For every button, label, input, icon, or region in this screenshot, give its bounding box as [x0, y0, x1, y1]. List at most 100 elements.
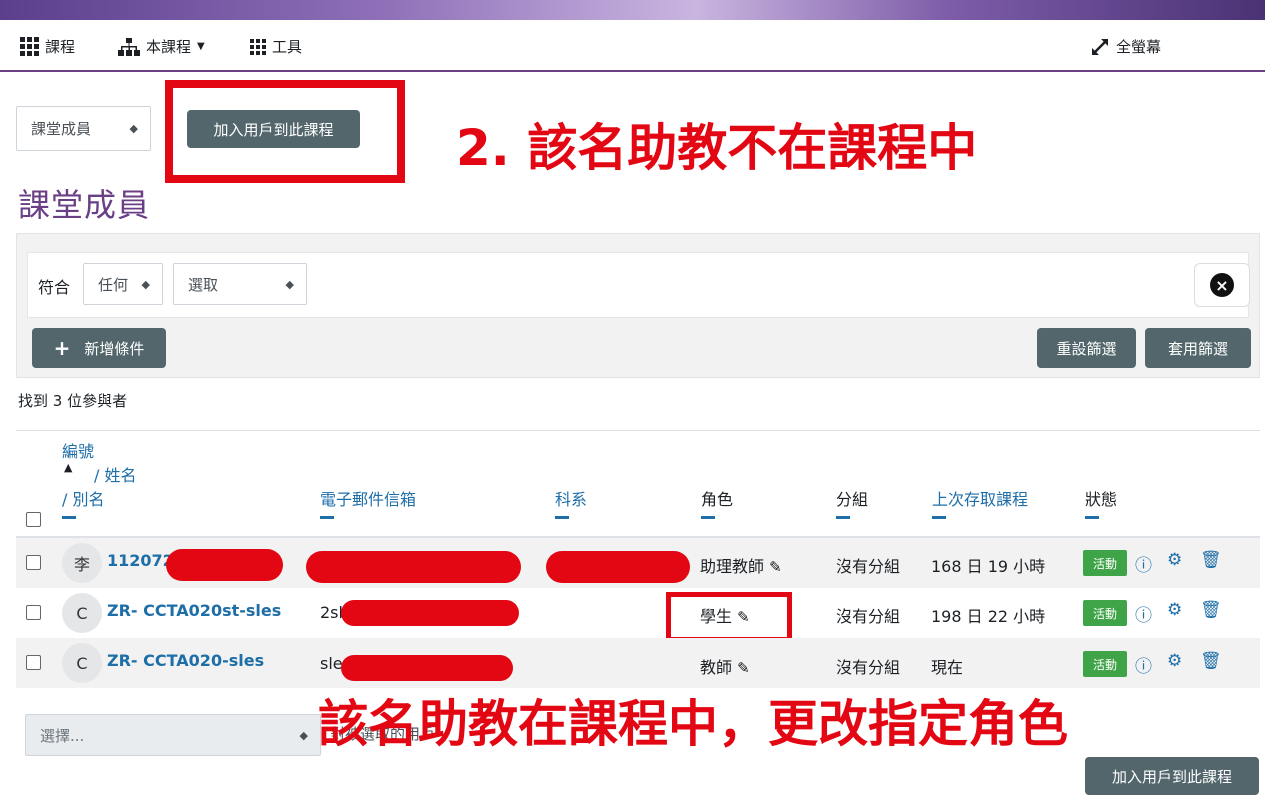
col-header-last-access[interactable]: 上次存取課程	[932, 486, 1028, 510]
page-select-value: 課堂成員	[31, 120, 92, 138]
user-name-link[interactable]: ZR- CCTA020st-sles	[107, 601, 281, 620]
col-header-name[interactable]: / 姓名	[94, 462, 136, 486]
select-caret-icon: ◆	[141, 277, 150, 291]
table-row: 李 112072 助理教師 ✎ 沒有分組 168 日 19 小時 活動 ⓘ ⚙ …	[16, 538, 1260, 588]
annotation-text-bottom: 該名助教在課程中，更改指定角色	[318, 695, 1068, 753]
group-cell: 沒有分組	[836, 658, 901, 677]
annotation-text-top: 2. 該名助教不在課程中	[456, 119, 978, 177]
bulk-action-placeholder: 選擇...	[40, 726, 85, 745]
trash-icon[interactable]: 🗑	[1200, 600, 1222, 620]
close-circle-icon: ×	[1210, 273, 1234, 297]
remove-filter-button[interactable]: ×	[1194, 263, 1250, 307]
col-collapse-icon[interactable]	[62, 516, 76, 519]
fullscreen-toggle[interactable]: 全螢幕	[1090, 36, 1161, 57]
group-cell: 沒有分組	[836, 607, 901, 626]
status-badge: 活動	[1083, 651, 1127, 677]
gear-icon[interactable]: ⚙	[1167, 600, 1182, 620]
filter-type-select[interactable]: 選取 ◆	[173, 263, 307, 305]
add-condition-button[interactable]: + 新增條件	[32, 328, 166, 368]
table-row: C ZR- CCTA020-sles sle 教師 ✎ 沒有分組 現在 活動 ⓘ…	[16, 638, 1260, 688]
role-cell: 助理教師 ✎	[700, 553, 782, 577]
select-caret-icon: ◆	[299, 728, 308, 742]
col-header-email[interactable]: 電子郵件信箱	[320, 486, 416, 510]
trash-icon[interactable]: 🗑	[1200, 550, 1222, 570]
nav-tools[interactable]: 工具	[250, 36, 302, 57]
filter-row: 符合 任何 ◆ 選取 ◆ ×	[27, 252, 1250, 318]
filter-panel: 符合 任何 ◆ 選取 ◆ × + 新增條件 重設篩選 套用篩選	[16, 233, 1260, 378]
annotation-box-enrol	[165, 80, 405, 183]
col-collapse-icon[interactable]	[701, 516, 715, 519]
last-access-cell: 168 日 19 小時	[931, 557, 1046, 576]
grid-icon	[20, 37, 39, 56]
pencil-icon[interactable]: ✎	[737, 608, 750, 626]
col-collapse-icon[interactable]	[555, 516, 569, 519]
select-all-checkbox[interactable]	[26, 512, 41, 527]
redaction-mark	[546, 551, 690, 583]
page-select[interactable]: 課堂成員 ◆	[16, 106, 151, 151]
header-banner	[0, 0, 1265, 20]
col-header-id-number[interactable]: 編號	[62, 438, 94, 462]
match-label: 符合	[38, 278, 71, 297]
gear-icon[interactable]: ⚙	[1167, 550, 1182, 570]
expand-icon	[1090, 37, 1110, 57]
email-cell: sle	[320, 654, 343, 673]
redaction-mark	[341, 600, 519, 626]
last-access-cell: 198 日 22 小時	[931, 607, 1046, 626]
fullscreen-label: 全螢幕	[1116, 38, 1162, 56]
col-header-department[interactable]: 科系	[555, 486, 587, 510]
info-icon[interactable]: ⓘ	[1135, 601, 1152, 626]
user-name-link[interactable]: ZR- CCTA020-sles	[107, 651, 264, 670]
nav-this-course-label: 本課程	[146, 38, 192, 56]
role-label: 教師	[700, 658, 733, 677]
plus-icon: +	[53, 336, 71, 360]
row-checkbox[interactable]	[26, 655, 41, 670]
avatar: C	[62, 643, 102, 683]
user-name-link[interactable]: 112072	[107, 551, 174, 570]
bulk-action-select[interactable]: 選擇... ◆	[25, 714, 321, 756]
last-access-cell: 現在	[931, 658, 964, 677]
trash-icon[interactable]: 🗑	[1200, 651, 1222, 671]
group-cell: 沒有分組	[836, 557, 901, 576]
info-icon[interactable]: ⓘ	[1135, 652, 1152, 677]
pencil-icon[interactable]: ✎	[737, 659, 750, 677]
col-collapse-icon[interactable]	[1085, 516, 1099, 519]
role-cell: 學生 ✎	[700, 603, 750, 627]
gear-icon[interactable]: ⚙	[1167, 651, 1182, 671]
filter-type-select-value: 選取	[188, 275, 219, 294]
match-select-value: 任何	[98, 275, 129, 294]
enrol-users-button-footer-label: 加入用戶到此課程	[1111, 767, 1232, 786]
pencil-icon[interactable]: ✎	[769, 558, 782, 576]
apply-filters-button[interactable]: 套用篩選	[1145, 328, 1251, 368]
select-caret-icon: ◆	[285, 277, 294, 291]
enrol-users-button-footer[interactable]: 加入用戶到此課程	[1085, 757, 1259, 795]
sitemap-icon	[118, 37, 140, 56]
nav-tools-label: 工具	[272, 38, 303, 56]
col-header-alt-name[interactable]: / 別名	[62, 486, 104, 510]
match-select[interactable]: 任何 ◆	[83, 263, 163, 305]
sort-asc-icon: ▲	[64, 461, 73, 474]
status-badge: 活動	[1083, 600, 1127, 626]
grid-icon	[250, 38, 266, 55]
participants-count: 找到 3 位參與者	[18, 392, 128, 410]
nav-this-course[interactable]: 本課程 ▼	[118, 36, 205, 57]
select-caret-icon: ◆	[129, 122, 138, 135]
caret-down-icon: ▼	[197, 41, 205, 52]
col-collapse-icon[interactable]	[320, 516, 334, 519]
apply-filters-label: 套用篩選	[1167, 339, 1228, 358]
col-collapse-icon[interactable]	[932, 516, 946, 519]
avatar: C	[62, 593, 102, 633]
row-checkbox[interactable]	[26, 555, 41, 570]
nav-courses[interactable]: 課程	[20, 36, 75, 57]
status-badge: 活動	[1083, 550, 1127, 576]
col-header-groups: 分組	[836, 490, 869, 509]
info-icon[interactable]: ⓘ	[1135, 551, 1152, 576]
role-label: 助理教師	[700, 557, 765, 576]
divider	[16, 430, 1260, 431]
col-collapse-icon[interactable]	[836, 516, 850, 519]
role-label: 學生	[700, 607, 733, 626]
reset-filters-label: 重設篩選	[1056, 339, 1117, 358]
reset-filters-button[interactable]: 重設篩選	[1037, 328, 1136, 368]
row-checkbox[interactable]	[26, 605, 41, 620]
redaction-mark	[166, 549, 283, 581]
add-condition-label: 新增條件	[84, 339, 145, 358]
